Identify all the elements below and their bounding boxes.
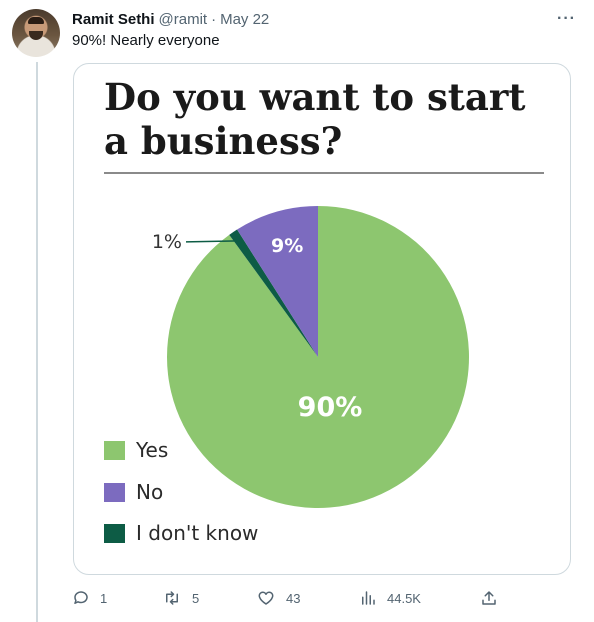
thread-line (36, 62, 38, 622)
share-button[interactable] (480, 588, 508, 608)
author-name[interactable]: Ramit Sethi (72, 11, 155, 28)
tweet-text: 90%! Nearly everyone (72, 32, 220, 49)
title-rule (104, 172, 544, 174)
views-button[interactable]: 44.5K (359, 588, 421, 608)
retweet-button[interactable]: 5 (162, 588, 199, 608)
tweet-date[interactable]: May 22 (220, 11, 269, 28)
reply-count: 1 (100, 590, 108, 606)
data-label-yes: 90% (298, 392, 363, 423)
legend-swatch-2 (104, 483, 125, 502)
author-handle[interactable]: @ramit (159, 11, 208, 28)
avatar-beard (29, 31, 43, 40)
retweet-count: 5 (192, 590, 200, 606)
views-icon (362, 591, 375, 605)
reply-button[interactable]: 1 (72, 588, 107, 608)
data-label-no: 9% (271, 235, 303, 257)
like-button[interactable]: 43 (256, 588, 300, 608)
avatar[interactable] (12, 9, 60, 57)
separator-dot: · (211, 10, 217, 28)
more-icon[interactable]: ··· (557, 10, 576, 28)
share-icon (482, 591, 496, 605)
like-icon (258, 591, 274, 605)
action-bar: 1 5 43 44.5K (72, 588, 512, 608)
pie-chart: Do you want to start a business? 90% 9% 1%… (104, 75, 544, 545)
avatar-hair (28, 17, 44, 24)
legend-label-1: Yes (135, 438, 168, 462)
legend-label-2: No (136, 480, 163, 504)
like-count: 43 (286, 590, 301, 606)
leader-line-idk (185, 240, 240, 243)
tweet-header: Ramit Sethi @ramit · May 22 (72, 10, 269, 28)
chart-title-line2: a business? (104, 119, 342, 163)
reply-icon (74, 591, 88, 604)
legend-label-3: I don't know (136, 521, 258, 545)
chart-title-line1: Do you want to start (104, 75, 525, 119)
legend-swatch-1 (104, 441, 125, 460)
pie-slice-yes (167, 206, 470, 508)
views-count: 44.5K (387, 590, 421, 606)
data-label-idk: 1% (152, 231, 182, 253)
retweet-icon (166, 591, 178, 605)
tweet-media-chart[interactable]: Do you want to start a business? 90% 9% 1%… (73, 63, 571, 575)
legend-swatch-3 (104, 524, 125, 543)
pie-slices: 90% 9% 1% (152, 206, 470, 508)
